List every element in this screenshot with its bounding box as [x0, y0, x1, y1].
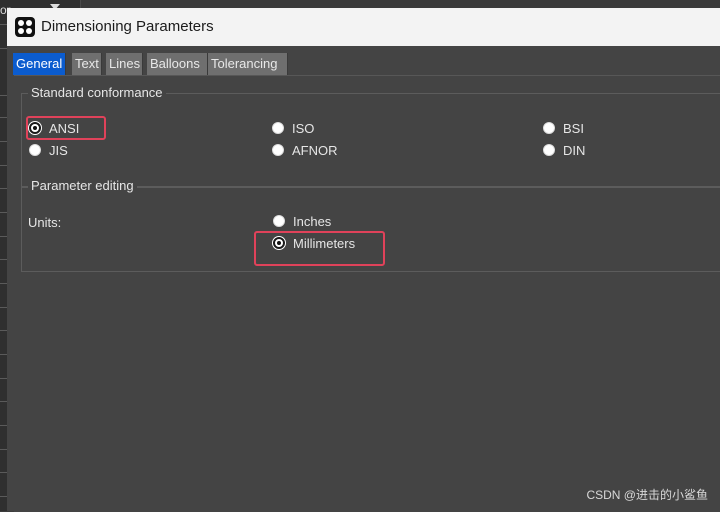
radio-jis-indicator — [29, 144, 41, 156]
tab-general[interactable]: General — [13, 53, 66, 75]
radio-afnor[interactable]: AFNOR — [272, 142, 342, 160]
radio-bsi-label: BSI — [563, 121, 584, 136]
millimeters-highlight-box — [254, 231, 385, 266]
radio-iso-label: ISO — [292, 121, 315, 136]
radio-bsi-indicator — [543, 122, 555, 134]
radio-jis[interactable]: JIS — [29, 142, 79, 160]
tab-balloons[interactable]: Balloons — [147, 53, 208, 75]
radio-din-label: DIN — [563, 143, 586, 158]
radio-iso-indicator — [272, 122, 284, 134]
tab-text[interactable]: Text — [72, 53, 102, 75]
window-title: Dimensioning Parameters — [41, 18, 214, 35]
watermark-text: CSDN @进击的小鲨鱼 — [586, 488, 708, 502]
radio-din-indicator — [543, 144, 555, 156]
app-logo-icon — [15, 17, 35, 37]
standard-conformance-title: Standard conformance — [28, 85, 166, 100]
tab-tolerancing[interactable]: Tolerancing — [208, 53, 288, 75]
tab-lines[interactable]: Lines — [106, 53, 143, 75]
dimensioning-parameters-dialog: Dimensioning Parameters General Text Lin… — [7, 8, 720, 512]
radio-din[interactable]: DIN — [543, 142, 593, 160]
radio-bsi[interactable]: BSI — [543, 120, 593, 138]
radio-inches-label: Inches — [293, 214, 332, 229]
radio-inches[interactable]: Inches — [273, 213, 353, 231]
radio-afnor-label: AFNOR — [292, 143, 338, 158]
radio-afnor-indicator — [272, 144, 284, 156]
radio-iso[interactable]: ISO — [272, 120, 322, 138]
units-label: Units: — [28, 215, 62, 230]
general-tab-panel: Standard conformance ANSI ISO BSI JIS AF… — [14, 75, 720, 512]
parameter-editing-title: Parameter editing — [28, 178, 137, 193]
standard-conformance-group: Standard conformance — [21, 85, 720, 188]
title-bar[interactable]: Dimensioning Parameters — [7, 8, 720, 46]
radio-inches-indicator — [273, 215, 285, 227]
radio-jis-label: JIS — [49, 143, 68, 158]
ansi-highlight-box — [26, 116, 106, 140]
